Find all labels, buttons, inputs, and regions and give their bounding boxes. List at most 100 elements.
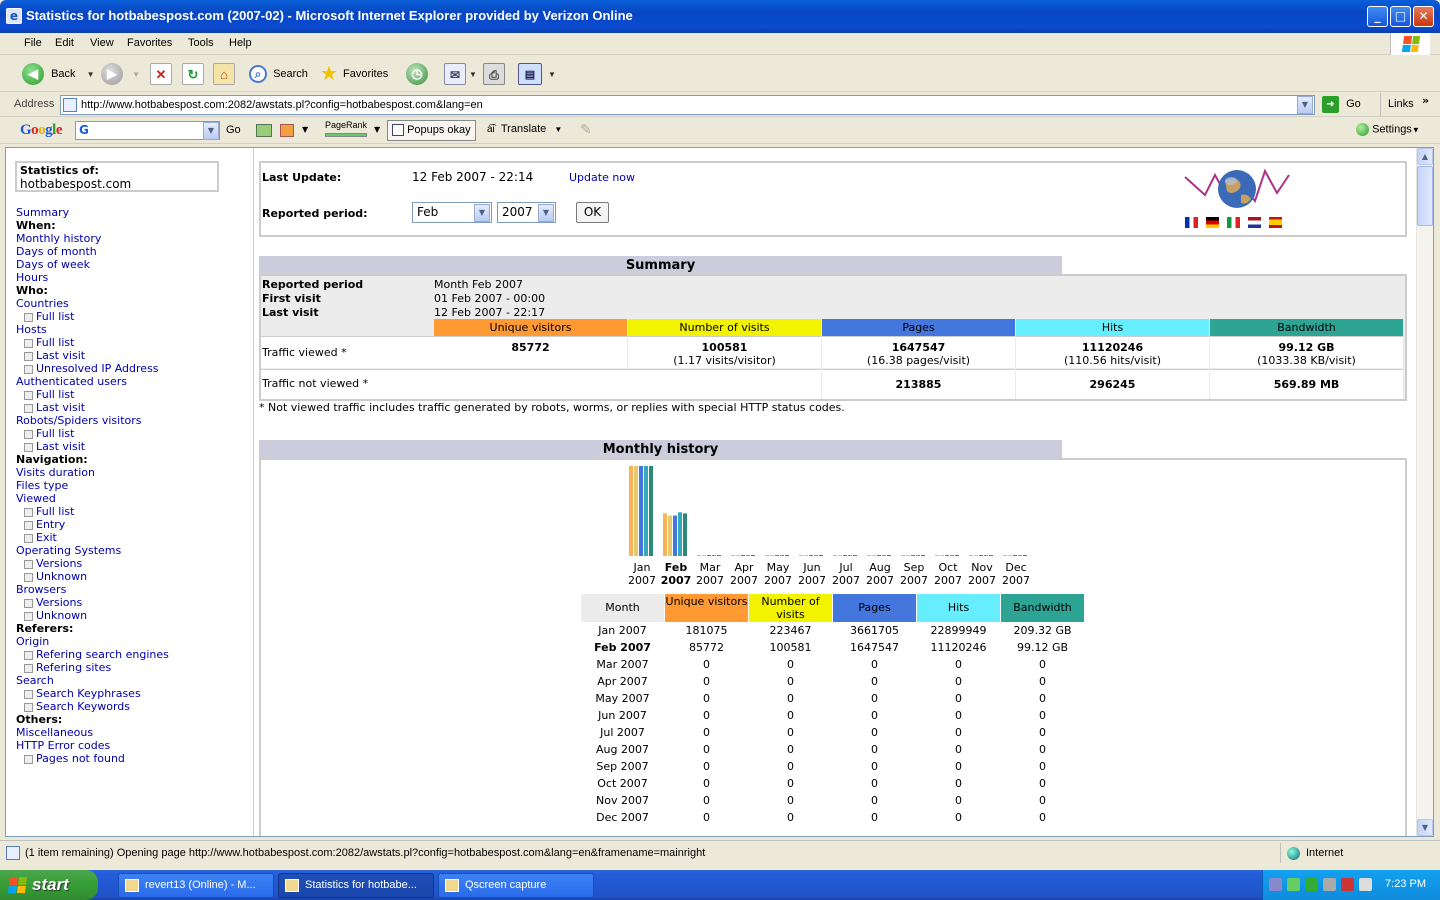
go-button[interactable]: ➜ Go bbox=[1322, 96, 1361, 113]
summary-value: 85772 bbox=[511, 341, 550, 354]
chevron-down-icon[interactable]: ▼ bbox=[1297, 96, 1313, 114]
flag-es-icon[interactable] bbox=[1269, 217, 1282, 228]
nav-link[interactable]: Countries bbox=[16, 297, 69, 310]
nav-link[interactable]: Robots/Spiders visitors bbox=[16, 414, 142, 427]
nav-link[interactable]: Viewed bbox=[16, 492, 56, 505]
nav-sub-link[interactable]: Full list bbox=[24, 336, 74, 349]
start-button[interactable]: start bbox=[0, 870, 98, 900]
ok-button[interactable]: OK bbox=[576, 202, 609, 223]
nav-sub-link[interactable]: Search Keyphrases bbox=[24, 687, 141, 700]
search-button[interactable]: ⌕ Search bbox=[249, 62, 308, 86]
news-icon[interactable] bbox=[256, 124, 272, 137]
home-button[interactable]: ⌂ bbox=[213, 62, 235, 86]
menu-tools[interactable]: Tools bbox=[188, 37, 214, 49]
nav-link[interactable]: Authenticated users bbox=[16, 375, 127, 388]
chevron-down-icon: ▼ bbox=[474, 204, 490, 222]
scroll-down-icon[interactable]: ▼ bbox=[1417, 819, 1433, 836]
minimize-button[interactable]: _ bbox=[1367, 6, 1388, 27]
scroll-up-icon[interactable]: ▲ bbox=[1417, 148, 1433, 165]
stop-button[interactable]: ✕ bbox=[150, 62, 172, 86]
nav-link[interactable]: Days of month bbox=[16, 245, 97, 258]
close-button[interactable]: ✕ bbox=[1413, 6, 1434, 27]
nav-link[interactable]: Origin bbox=[16, 635, 49, 648]
address-input[interactable]: http://www.hotbabespost.com:2082/awstats… bbox=[60, 95, 1315, 115]
nav-sub-link[interactable]: Entry bbox=[24, 518, 65, 531]
nav-link[interactable]: Browsers bbox=[16, 583, 66, 596]
mail-button[interactable]: ✉ ▼ bbox=[444, 62, 477, 86]
tray-back-icon[interactable] bbox=[1269, 878, 1282, 891]
month-select[interactable]: Feb ▼ bbox=[412, 202, 492, 223]
tray-app-icon[interactable] bbox=[1323, 878, 1336, 891]
tray-app-icon[interactable] bbox=[1341, 878, 1354, 891]
scroll-thumb[interactable] bbox=[1417, 166, 1433, 226]
update-now-link[interactable]: Update now bbox=[569, 171, 635, 184]
menu-view[interactable]: View bbox=[90, 37, 114, 49]
menu-favorites[interactable]: Favorites bbox=[127, 37, 172, 49]
nav-link[interactable]: Miscellaneous bbox=[16, 726, 93, 739]
chevron-right-icon[interactable]: » bbox=[1422, 94, 1429, 107]
nav-sub-link[interactable]: Last visit bbox=[24, 349, 85, 362]
menu-help[interactable]: Help bbox=[229, 37, 252, 49]
nav-sub-link[interactable]: Full list bbox=[24, 388, 74, 401]
highlighter-icon[interactable]: ✎ bbox=[580, 122, 592, 138]
nav-link[interactable]: Hours bbox=[16, 271, 48, 284]
google-search-input[interactable]: G ▼ bbox=[75, 121, 220, 140]
nav-sub-link[interactable]: Unknown bbox=[24, 609, 87, 622]
chevron-down-icon[interactable]: ▼ bbox=[374, 125, 380, 134]
nav-sub-link[interactable]: Refering sites bbox=[24, 661, 111, 674]
nav-sub-link[interactable]: Last visit bbox=[24, 440, 85, 453]
nav-link[interactable]: Visits duration bbox=[16, 466, 95, 479]
nav-sub-link[interactable]: Search Keywords bbox=[24, 700, 130, 713]
nav-link[interactable]: Summary bbox=[16, 206, 69, 219]
nav-sub-link[interactable]: Unresolved IP Address bbox=[24, 362, 159, 375]
menu-file[interactable]: File bbox=[24, 37, 42, 49]
popups-button[interactable]: Popups okay bbox=[387, 120, 476, 141]
print-button[interactable]: ⎙ bbox=[483, 62, 505, 86]
puzzle-icon[interactable] bbox=[280, 124, 294, 137]
taskbar-button[interactable]: revert13 (Online) - M... bbox=[118, 873, 274, 898]
flag-nl-icon[interactable] bbox=[1248, 217, 1261, 228]
nav-sub-link[interactable]: Full list bbox=[24, 505, 74, 518]
nav-link[interactable]: Days of week bbox=[16, 258, 90, 271]
flag-it-icon[interactable] bbox=[1227, 217, 1240, 228]
favorites-button[interactable]: ★ Favorites bbox=[320, 62, 388, 86]
nav-link[interactable]: Hosts bbox=[16, 323, 47, 336]
back-button[interactable]: ◀ Back ▼ bbox=[22, 62, 95, 86]
forward-button[interactable]: ▶ ▼ bbox=[101, 62, 140, 86]
maximize-button[interactable]: □ bbox=[1390, 6, 1411, 27]
refresh-button[interactable]: ↻ bbox=[182, 62, 204, 86]
tray-network-icon[interactable] bbox=[1287, 878, 1300, 891]
taskbar-button[interactable]: Qscreen capture bbox=[438, 873, 594, 898]
nav-link[interactable]: Files type bbox=[16, 479, 68, 492]
nav-link[interactable]: HTTP Error codes bbox=[16, 739, 110, 752]
title-bar[interactable]: e Statistics for hotbabespost.com (2007-… bbox=[0, 0, 1440, 33]
nav-sub-link[interactable]: Last visit bbox=[24, 401, 85, 414]
year-select[interactable]: 2007 ▼ bbox=[497, 202, 556, 223]
chevron-down-icon[interactable]: ▼ bbox=[302, 125, 308, 134]
google-settings-button[interactable]: Settings▼ bbox=[1356, 123, 1420, 136]
nav-sub-link[interactable]: Pages not found bbox=[24, 752, 125, 765]
google-go-button[interactable]: Go bbox=[226, 124, 241, 136]
history-button[interactable]: ◷ bbox=[406, 62, 428, 86]
nav-sub-link[interactable]: Full list bbox=[24, 427, 74, 440]
edit-button[interactable]: ▤ ▼ bbox=[518, 62, 556, 86]
nav-sub-link[interactable]: Refering search engines bbox=[24, 648, 169, 661]
taskbar-button[interactable]: Statistics for hotbabe... bbox=[278, 873, 434, 898]
translate-button[interactable]: a͡i Translate ▼ bbox=[487, 123, 562, 135]
chevron-down-icon[interactable]: ▼ bbox=[203, 122, 219, 140]
nav-link[interactable]: Monthly history bbox=[16, 232, 101, 245]
flag-fr-icon[interactable] bbox=[1185, 217, 1198, 228]
nav-sub-link[interactable]: Full list bbox=[24, 310, 74, 323]
tray-app-icon[interactable] bbox=[1359, 878, 1372, 891]
nav-link[interactable]: Search bbox=[16, 674, 54, 687]
nav-sub-link[interactable]: Versions bbox=[24, 557, 82, 570]
vertical-scrollbar[interactable]: ▲ ▼ bbox=[1416, 148, 1433, 836]
links-button[interactable]: Links bbox=[1388, 98, 1414, 110]
nav-link[interactable]: Operating Systems bbox=[16, 544, 121, 557]
nav-sub-link[interactable]: Unknown bbox=[24, 570, 87, 583]
menu-edit[interactable]: Edit bbox=[55, 37, 74, 49]
tray-app-icon[interactable] bbox=[1305, 878, 1318, 891]
flag-de-icon[interactable] bbox=[1206, 217, 1219, 228]
nav-sub-link[interactable]: Versions bbox=[24, 596, 82, 609]
nav-sub-link[interactable]: Exit bbox=[24, 531, 57, 544]
